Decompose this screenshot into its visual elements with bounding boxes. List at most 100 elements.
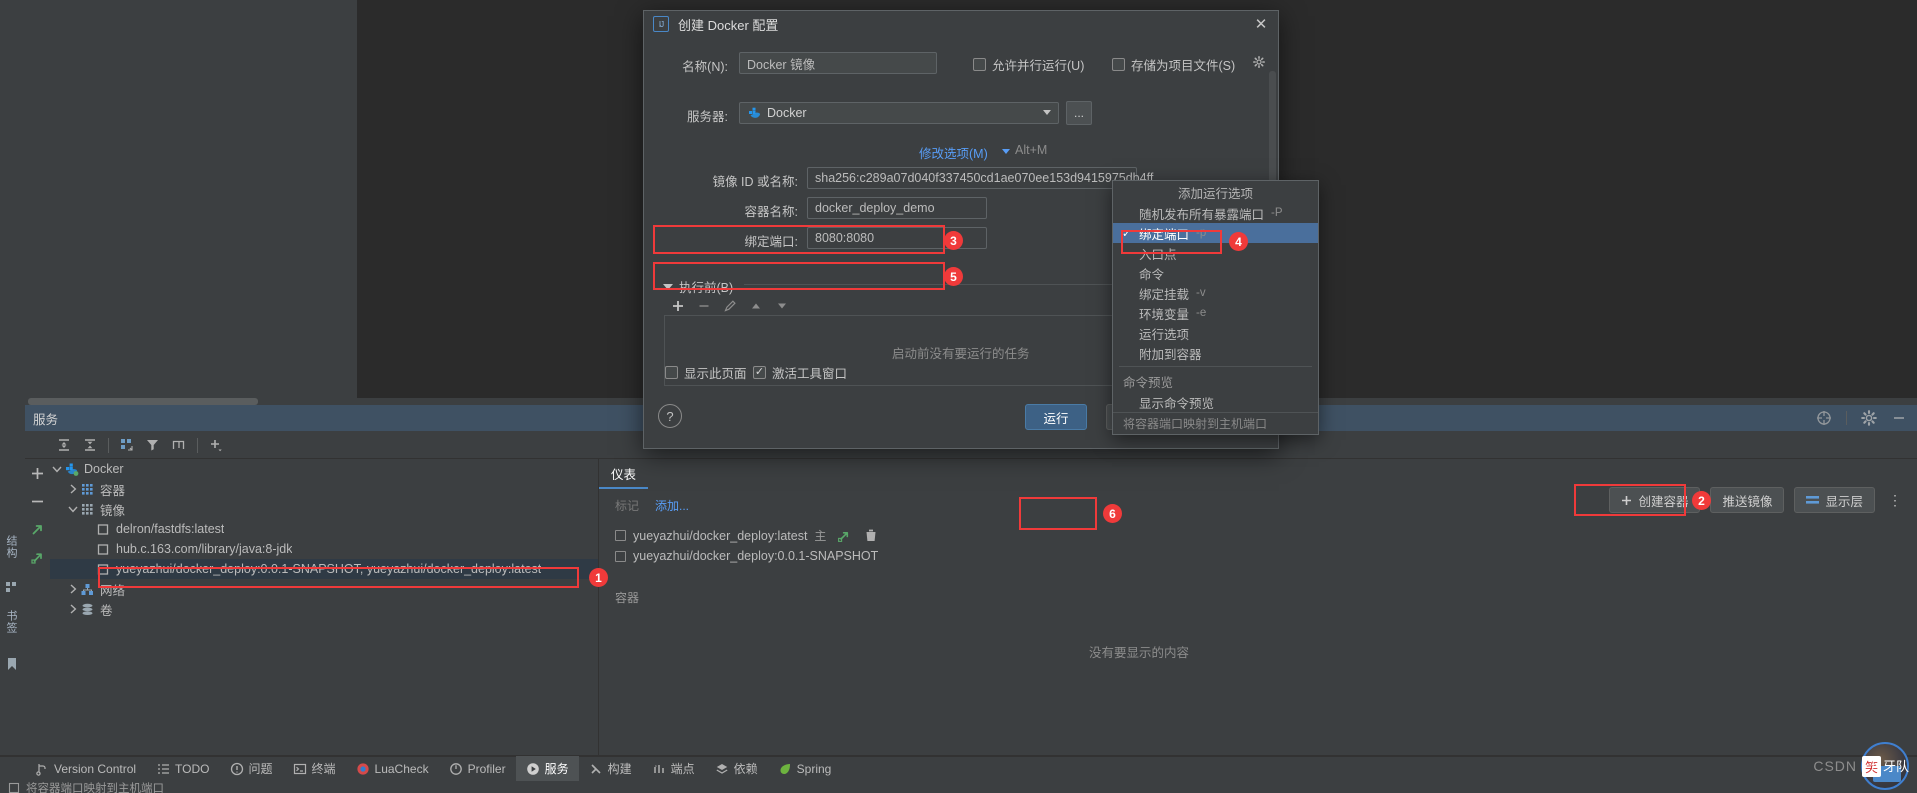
modify-options-link[interactable]: 修改选项(M) (919, 143, 988, 162)
run-image-icon[interactable] (837, 529, 851, 543)
status-tab-todo[interactable]: TODO (146, 756, 219, 781)
store-as-project-file-box[interactable] (1112, 58, 1125, 71)
menu-item-2[interactable]: 入口点 (1113, 243, 1318, 263)
ide-window: 结构 书签 服务 Docker 容器 镜像 delron/fastdfs:lat… (0, 0, 1917, 793)
show-page-checkbox[interactable]: 显示此页面 (665, 363, 747, 382)
tree-twisty-right[interactable] (66, 599, 80, 619)
new-window-icon[interactable] (166, 432, 192, 458)
add-service-icon[interactable] (203, 432, 229, 458)
gear-icon[interactable] (1861, 410, 1877, 426)
menu-item-4[interactable]: 绑定挂载 -v (1113, 283, 1318, 303)
menu-item-0[interactable]: 随机发布所有暴露端口 -P (1113, 203, 1318, 223)
close-icon[interactable]: ✕ (1252, 15, 1270, 33)
edit-task-button[interactable] (719, 295, 741, 317)
menu-item-6[interactable]: 运行选项 (1113, 323, 1318, 343)
status-tab-build[interactable]: 构建 (579, 756, 642, 781)
menu-item-flag: -p (1196, 227, 1207, 239)
move-task-up-button[interactable] (745, 295, 767, 317)
tree-item-label: hub.c.163.com/library/java:8-jdk (116, 542, 293, 556)
image-tag-checkbox[interactable] (615, 550, 626, 562)
delete-image-icon[interactable] (865, 529, 877, 542)
tags-add-link[interactable]: 添加... (655, 497, 689, 514)
tree-item-docker[interactable]: Docker (50, 459, 598, 479)
help-button[interactable]: ? (658, 404, 682, 428)
tree-item-images[interactable]: 镜像 (50, 499, 598, 519)
allow-parallel-run-checkbox[interactable]: 允许并行运行(U) (973, 55, 1084, 74)
tree-item-network[interactable]: 网络 (50, 579, 598, 599)
profiler-icon (449, 762, 463, 776)
tree-twisty-right[interactable] (66, 479, 80, 499)
status-tab-luacheck[interactable]: LuaCheck (346, 756, 439, 781)
menu-item-5[interactable]: 环境变量 -e (1113, 303, 1318, 323)
filter-icon[interactable] (140, 432, 166, 458)
image-tag-row[interactable]: yueyazhui/docker_deploy:0.0.1-SNAPSHOT (615, 549, 878, 563)
add-configuration-button[interactable] (25, 459, 50, 487)
run-arrow-icon[interactable] (25, 515, 50, 543)
tree-item-volume[interactable]: 卷 (50, 599, 598, 619)
chevron-down-icon[interactable] (1002, 149, 1010, 154)
menu-item-1[interactable]: ✓ 绑定端口 -p (1113, 223, 1318, 243)
tree-item-image-item[interactable]: yueyazhui/docker_deploy:0.0.1-SNAPSHOT, … (50, 559, 598, 579)
activate-tool-window-checkbox[interactable]: 激活工具窗口 (753, 363, 847, 382)
structure-strip-label[interactable]: 结构 (3, 535, 19, 559)
services-tree[interactable]: Docker 容器镜像 delron/fastdfs:latest hub.c.163… (50, 459, 598, 755)
container-name-input[interactable]: docker_deploy_demo (807, 197, 987, 219)
bookmarks-strip-label[interactable]: 书签 (3, 610, 19, 634)
editor-horizontal-scrollbar[interactable] (28, 398, 258, 405)
status-tab-endpoints[interactable]: 端点 (642, 756, 705, 781)
add-run-option-menu: 添加运行选项 随机发布所有暴露端口 -P ✓ 绑定端口 -p 入口点 命令 绑定挂载 -v 环境变… (1112, 180, 1319, 435)
tab-dashboard[interactable]: 仪表 (599, 459, 649, 489)
status-tab-label: 服务 (544, 762, 569, 776)
tree-twisty-down[interactable] (50, 459, 64, 479)
status-tab-spring[interactable]: Spring (768, 756, 842, 781)
status-tab-profiler[interactable]: Profiler (439, 756, 516, 781)
status-tab-label: 依赖 (733, 762, 758, 776)
tree-twisty-right[interactable] (66, 579, 80, 599)
tree-twisty-down[interactable] (66, 499, 80, 519)
tree-item-label: 镜像 (100, 503, 126, 518)
server-combobox[interactable]: Docker (739, 102, 1059, 124)
collapse-all-button[interactable] (77, 432, 103, 458)
tree-item-image-item[interactable]: hub.c.163.com/library/java:8-jdk (50, 539, 598, 559)
menu-item-label: 随机发布所有暴露端口 (1139, 207, 1265, 222)
before-launch-header[interactable]: 执行前(B) (663, 277, 733, 296)
menu-item-flag: -v (1196, 287, 1206, 299)
run-button[interactable]: 运行 (1025, 404, 1087, 430)
menu-item-3[interactable]: 命令 (1113, 263, 1318, 283)
activate-tool-window-box[interactable] (753, 366, 766, 379)
show-page-box[interactable] (665, 366, 678, 379)
image-detail-panel: 仪表 创建容器 推送镜像 显示层 ⋮ 标记 添加... yueyazhui/do… (599, 459, 1917, 755)
status-tab-label: 端点 (670, 762, 695, 776)
menu-item-show-command-preview[interactable]: 显示命令预览 (1113, 392, 1318, 412)
server-browse-button[interactable]: ... (1066, 101, 1092, 125)
dialog-titlebar: IJ 创建 Docker 配置 ✕ (644, 11, 1278, 37)
remove-task-button[interactable] (693, 295, 715, 317)
name-input[interactable]: Docker 镜像 (739, 52, 937, 74)
image-tag-checkbox[interactable] (615, 530, 626, 541)
services-title: 服务 (33, 412, 59, 427)
crosshair-icon[interactable] (1816, 410, 1832, 426)
tree-item-containers[interactable]: 容器 (50, 479, 598, 499)
status-tab-services[interactable]: 服务 (515, 756, 579, 781)
status-tab-dependencies[interactable]: 依赖 (705, 756, 768, 781)
group-by-button[interactable] (114, 432, 140, 458)
move-task-down-button[interactable] (771, 295, 793, 317)
status-tab-problems[interactable]: 问题 (220, 756, 283, 781)
add-task-button[interactable] (667, 295, 689, 317)
expand-all-button[interactable] (51, 432, 77, 458)
docker-icon (747, 107, 761, 119)
image-id-input[interactable]: sha256:c289a07d040f337450cd1ae070ee153d9… (807, 167, 1153, 189)
menu-item-7[interactable]: 附加到容器 (1113, 343, 1318, 363)
tree-item-image-item[interactable]: delron/fastdfs:latest (50, 519, 598, 539)
image-tag-row[interactable]: yueyazhui/docker_deploy:latest 主 (615, 527, 877, 544)
status-tab-terminal[interactable]: 终端 (283, 756, 346, 781)
run-detached-icon[interactable] (25, 543, 50, 571)
remove-configuration-button[interactable] (25, 487, 50, 515)
status-tab-branch[interactable]: Version Control (25, 756, 146, 781)
minimize-icon[interactable] (1891, 410, 1907, 426)
menu-item-list: 随机发布所有暴露端口 -P ✓ 绑定端口 -p 入口点 命令 绑定挂载 -v 环境变量 -e 运行选项… (1113, 203, 1318, 363)
store-settings-gear-icon[interactable] (1253, 56, 1265, 68)
store-as-project-file-checkbox[interactable]: 存储为项目文件(S) (1112, 55, 1235, 74)
allow-parallel-run-box[interactable] (973, 58, 986, 71)
